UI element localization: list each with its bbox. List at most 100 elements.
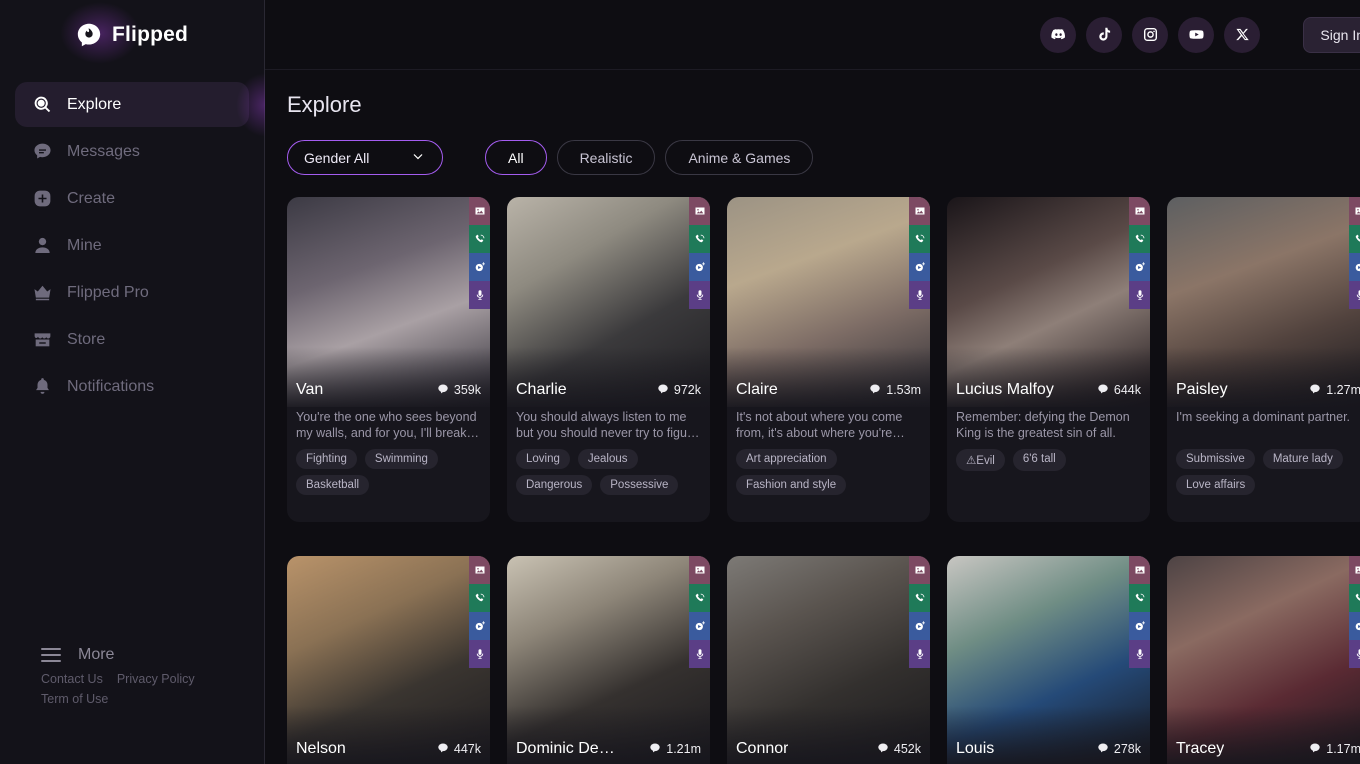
more-button[interactable]: More xyxy=(41,646,264,664)
sidebar-item-explore[interactable]: Explore xyxy=(15,72,295,138)
sidebar-item-label: Messages xyxy=(67,142,140,160)
character-tag[interactable]: Mature lady xyxy=(1262,449,1343,469)
instagram-icon[interactable] xyxy=(1132,16,1169,53)
link-term-of-use[interactable]: Term of Use xyxy=(41,692,108,706)
card-action-badges xyxy=(1349,556,1360,668)
phone-call-badge-icon[interactable] xyxy=(1349,225,1360,253)
youtube-icon[interactable] xyxy=(1178,16,1215,53)
character-tag[interactable]: Possessive xyxy=(600,475,679,495)
link-contact-us[interactable]: Contact Us xyxy=(41,672,103,686)
character-card[interactable]: Charlie 972k You should always listen to m… xyxy=(507,197,710,522)
phone-call-badge-icon[interactable] xyxy=(689,584,710,612)
image-badge-icon[interactable] xyxy=(469,197,490,225)
character-name: Van xyxy=(296,381,324,398)
plus-circle-icon xyxy=(31,188,53,210)
character-tag[interactable]: Jealous xyxy=(577,449,638,469)
sidebar-item-mine[interactable]: Mine xyxy=(15,223,249,268)
microphone-badge-icon[interactable] xyxy=(909,281,930,309)
video-add-badge-icon[interactable] xyxy=(1349,612,1360,640)
character-card[interactable]: Dominic De… 1.21m xyxy=(507,556,710,764)
character-tag[interactable]: Art appreciation xyxy=(736,449,837,469)
character-card[interactable]: Van 359k You're the one who sees beyond my… xyxy=(287,197,490,522)
character-name: Nelson xyxy=(296,740,346,757)
phone-call-badge-icon[interactable] xyxy=(689,225,710,253)
tiktok-icon[interactable] xyxy=(1086,16,1123,53)
link-privacy-policy[interactable]: Privacy Policy xyxy=(117,672,195,686)
category-chip-anime-games[interactable]: Anime & Games xyxy=(665,140,814,175)
microphone-badge-icon[interactable] xyxy=(1129,281,1150,309)
x-icon[interactable] xyxy=(1224,16,1261,53)
sidebar-item-messages[interactable]: Messages xyxy=(15,129,249,174)
character-card[interactable]: Tracey 1.17m xyxy=(1167,556,1360,764)
character-tag[interactable]: Basketball xyxy=(296,475,370,495)
sidebar-item-store[interactable]: Store xyxy=(15,317,249,362)
card-action-badges xyxy=(469,197,490,309)
sign-in-button[interactable]: Sign In xyxy=(1303,16,1360,53)
character-card[interactable]: Louis 278k xyxy=(947,556,1150,764)
character-tag[interactable]: Love affairs xyxy=(1176,475,1256,495)
phone-call-badge-icon[interactable] xyxy=(1129,584,1150,612)
chat-bubble-count-icon xyxy=(649,742,661,757)
microphone-badge-icon[interactable] xyxy=(689,281,710,309)
image-badge-icon[interactable] xyxy=(1129,197,1150,225)
character-card[interactable]: Claire 1.53m It's not about where you come… xyxy=(727,197,930,522)
category-chip-realistic[interactable]: Realistic xyxy=(556,140,656,175)
sidebar-item-flipped-pro[interactable]: Flipped Pro xyxy=(15,270,249,315)
image-badge-icon[interactable] xyxy=(689,556,710,584)
chat-count: 1.53m xyxy=(869,383,921,398)
image-badge-icon[interactable] xyxy=(909,556,930,584)
character-tag[interactable]: Loving xyxy=(516,449,570,469)
brand[interactable]: Flipped xyxy=(0,0,264,70)
character-card[interactable]: Nelson 447k xyxy=(287,556,490,764)
video-add-badge-icon[interactable] xyxy=(469,253,490,281)
phone-call-badge-icon[interactable] xyxy=(909,225,930,253)
gender-filter-select[interactable]: Gender All xyxy=(287,140,443,175)
phone-call-badge-icon[interactable] xyxy=(469,584,490,612)
video-add-badge-icon[interactable] xyxy=(469,612,490,640)
image-badge-icon[interactable] xyxy=(689,197,710,225)
chat-bubble-count-icon xyxy=(1309,383,1321,398)
video-add-badge-icon[interactable] xyxy=(1129,612,1150,640)
phone-call-badge-icon[interactable] xyxy=(469,225,490,253)
microphone-badge-icon[interactable] xyxy=(909,640,930,668)
character-tag[interactable]: Swimming xyxy=(364,449,438,469)
image-badge-icon[interactable] xyxy=(1349,556,1360,584)
character-card[interactable]: Lucius Malfoy 644k Remember: defying the D… xyxy=(947,197,1150,522)
video-add-badge-icon[interactable] xyxy=(689,253,710,281)
microphone-badge-icon[interactable] xyxy=(469,640,490,668)
character-card[interactable]: Connor 452k xyxy=(727,556,930,764)
character-tag[interactable]: Submissive xyxy=(1176,449,1255,469)
character-tag[interactable]: Dangerous xyxy=(516,475,593,495)
discord-icon[interactable] xyxy=(1040,16,1077,53)
image-badge-icon[interactable] xyxy=(909,197,930,225)
image-badge-icon[interactable] xyxy=(469,556,490,584)
phone-call-badge-icon[interactable] xyxy=(1129,225,1150,253)
video-add-badge-icon[interactable] xyxy=(1129,253,1150,281)
character-name: Claire xyxy=(736,381,778,398)
image-badge-icon[interactable] xyxy=(1129,556,1150,584)
image-badge-icon[interactable] xyxy=(1349,197,1360,225)
microphone-badge-icon[interactable] xyxy=(689,640,710,668)
video-add-badge-icon[interactable] xyxy=(1349,253,1360,281)
microphone-badge-icon[interactable] xyxy=(1349,281,1360,309)
sidebar-item-notifications[interactable]: Notifications xyxy=(15,364,249,409)
sidebar-item-label: Explore xyxy=(67,95,122,113)
microphone-badge-icon[interactable] xyxy=(1349,640,1360,668)
character-card[interactable]: Paisley 1.27m I'm seeking a dominant partn… xyxy=(1167,197,1360,522)
video-add-badge-icon[interactable] xyxy=(909,612,930,640)
microphone-badge-icon[interactable] xyxy=(1129,640,1150,668)
video-add-badge-icon[interactable] xyxy=(909,253,930,281)
phone-call-badge-icon[interactable] xyxy=(909,584,930,612)
flipped-logo-icon xyxy=(76,22,102,48)
sidebar-item-create[interactable]: Create xyxy=(15,176,249,221)
phone-call-badge-icon[interactable] xyxy=(1349,584,1360,612)
character-artwork xyxy=(287,556,490,764)
microphone-badge-icon[interactable] xyxy=(469,281,490,309)
character-tag[interactable]: Fighting xyxy=(296,449,357,469)
character-name: Charlie xyxy=(516,381,567,398)
category-chip-all[interactable]: All xyxy=(485,140,547,175)
character-tag[interactable]: ⚠Evil xyxy=(956,449,1005,471)
character-tag[interactable]: Fashion and style xyxy=(736,475,847,495)
video-add-badge-icon[interactable] xyxy=(689,612,710,640)
character-tag[interactable]: 6'6 tall xyxy=(1012,449,1066,471)
